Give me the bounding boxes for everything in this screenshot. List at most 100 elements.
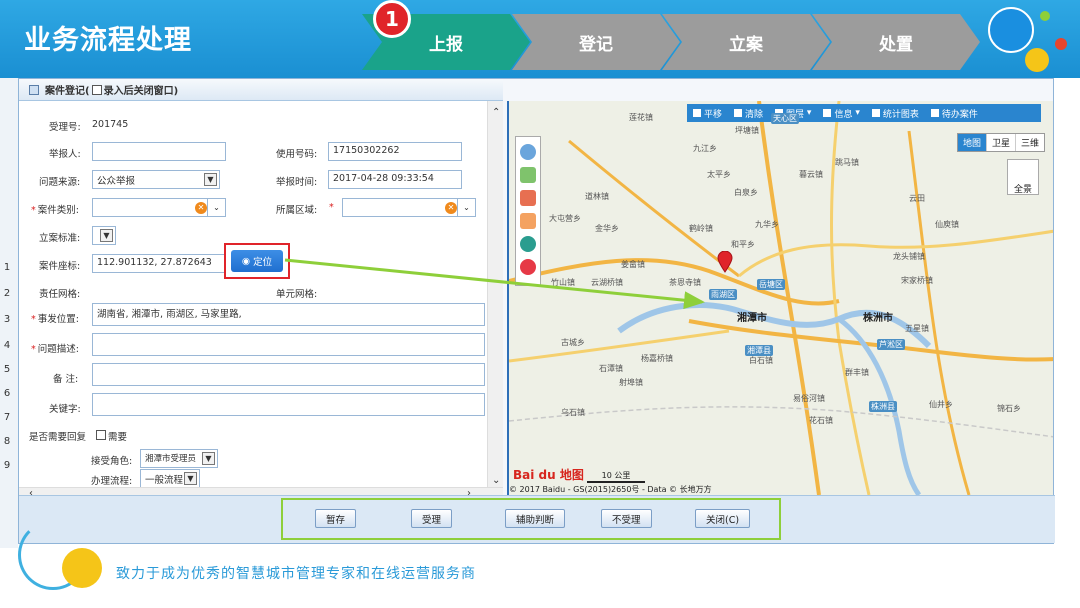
map-place-label: 射埠镇	[619, 378, 643, 387]
scroll-down-icon[interactable]: ⌄	[492, 475, 500, 486]
eraser-icon	[734, 109, 743, 117]
map-place-label: 鹤岭镇	[689, 224, 713, 233]
pie-chart-icon	[871, 109, 880, 117]
reject-button[interactable]: 不受理	[601, 509, 652, 528]
clear-icon[interactable]: ✕	[445, 202, 457, 214]
background-row-number: 8	[3, 436, 11, 447]
reply-checkbox[interactable]	[96, 430, 106, 440]
map-place-label: 大屯营乡	[549, 214, 581, 223]
map-place-label: 金华乡	[595, 224, 619, 233]
chart-layer-icon[interactable]	[520, 167, 536, 183]
phone-input[interactable]: 17150302262	[328, 142, 462, 161]
keyword-input[interactable]	[92, 393, 485, 416]
map-place-label: 云湖桥镇	[591, 278, 623, 287]
map-place-label: 易俗河镇	[793, 394, 825, 403]
pan-tool[interactable]: 平移	[687, 107, 728, 120]
clear-tool[interactable]: 清除	[728, 107, 769, 120]
map-district-label: 芦淞区	[877, 339, 905, 350]
map-place-label: 竹山镇	[551, 278, 575, 287]
locate-button[interactable]: ◉ 定位	[231, 250, 283, 272]
grid-icon	[823, 109, 832, 117]
map-city-label: 株洲市	[863, 313, 893, 324]
close-after-entry-checkbox[interactable]	[91, 84, 102, 95]
map-place-label: 太平乡	[707, 170, 731, 179]
background-row-number: 2	[3, 288, 11, 299]
stats-chart-tool[interactable]: 统计图表	[866, 107, 925, 120]
window-icon	[29, 84, 39, 95]
map-place-label: 仙庾镇	[935, 220, 959, 229]
step-number-badge: 1	[373, 0, 411, 38]
location-input[interactable]: 湖南省, 湘潭市, 雨湖区, 马家里路,	[92, 303, 485, 326]
step-file-case-label: 立案	[729, 34, 763, 55]
clear-icon[interactable]: ✕	[195, 202, 207, 214]
decorative-circle	[62, 548, 102, 588]
role-label: 接受角色:	[91, 456, 133, 467]
decorative-bubbles	[988, 7, 1067, 72]
flow-select-value: 一般流程	[145, 475, 184, 486]
map-district-label: 株洲县	[869, 401, 897, 412]
map-marker-icon[interactable]	[717, 251, 733, 273]
scroll-up-icon[interactable]: ⌃	[492, 107, 500, 118]
category-combobox[interactable]: ✕ ⌄	[92, 198, 226, 217]
report-time-input[interactable]: 2017-04-28 09:33:54	[328, 170, 462, 189]
map-place-label: 花石镇	[809, 416, 833, 425]
chevron-down-icon[interactable]: ⌄	[457, 199, 475, 216]
accept-button[interactable]: 受理	[411, 509, 453, 528]
grid-layer-icon[interactable]	[520, 190, 536, 206]
save-draft-button[interactable]: 暂存	[315, 509, 357, 528]
reporter-label: 举报人:	[49, 149, 81, 160]
close-button[interactable]: 关闭(C)	[695, 509, 751, 528]
dialog-action-bar: 暂存 受理 辅助判断 不受理 关闭(C)	[19, 495, 1055, 543]
map-place-label: 锦石乡	[997, 404, 1021, 413]
reporter-input[interactable]	[92, 142, 226, 161]
map-type-3d[interactable]: 三维	[1016, 134, 1044, 151]
map-panel[interactable]: 平移 清除 图层 ▾ 信息 ▾ 统计图表 待办案件 地图 卫星 三维 全景 莲花…	[507, 101, 1053, 495]
flow-select[interactable]: 一般流程 ▼	[140, 469, 200, 488]
info-tool[interactable]: 信息 ▾	[817, 107, 865, 120]
dialog-title: 案件登记(	[45, 86, 90, 97]
role-select[interactable]: 湘潭市受理员 ▼	[140, 449, 218, 468]
map-place-label: 暮云镇	[799, 170, 823, 179]
case-form: 受理号: 201745 举报人: 使用号码: 17150302262 问题来源:…	[19, 101, 503, 493]
report-time-label: 举报时间:	[276, 177, 318, 188]
clear-tool-label: 清除	[745, 109, 764, 120]
remark-input[interactable]	[92, 363, 485, 386]
location-label: * 事发位置:	[31, 314, 79, 325]
accept-no-label: 受理号:	[49, 122, 81, 133]
region-combobox[interactable]: ✕ ⌄	[342, 198, 476, 217]
map-toolbar: 平移 清除 图层 ▾ 信息 ▾ 统计图表 待办案件	[687, 104, 1041, 122]
map-type-satellite[interactable]: 卫星	[987, 134, 1016, 151]
circles-layer-icon[interactable]	[520, 236, 536, 252]
step-dispose: 处置	[812, 14, 980, 70]
source-label: 问题来源:	[39, 177, 81, 188]
background-row-number: 1	[3, 262, 11, 273]
blocks-layer-icon[interactable]	[520, 213, 536, 229]
fullview-button[interactable]: 全景	[1007, 159, 1039, 195]
form-vertical-scrollbar[interactable]: ⌃ ⌄	[487, 101, 503, 493]
map-place-label: 宋家桥镇	[901, 276, 933, 285]
globe-layer-icon[interactable]	[520, 144, 536, 160]
reply-label: 是否需要回复	[29, 432, 87, 443]
chevron-down-icon[interactable]: ⌄	[207, 199, 225, 216]
map-place-label: 和平乡	[731, 240, 755, 249]
locate-button-label: 定位	[253, 257, 273, 268]
spheres-layer-icon[interactable]	[520, 259, 536, 275]
category-label-text: 案件类别:	[37, 205, 79, 216]
map-type-map[interactable]: 地图	[957, 134, 987, 151]
map-place-label: 龙头铺镇	[893, 252, 925, 261]
step-file-case: 立案	[662, 14, 830, 70]
source-select[interactable]: 公众举报 ▼	[92, 170, 220, 189]
map-roads	[509, 101, 1053, 495]
map-place-label: 仙井乡	[929, 400, 953, 409]
coordinate-input[interactable]: 112.901132, 27.872643	[92, 254, 226, 273]
assist-judge-button[interactable]: 辅助判断	[505, 509, 566, 528]
map-place-label: 九华乡	[755, 220, 779, 229]
pending-cases-tool[interactable]: 待办案件	[925, 107, 984, 120]
description-input[interactable]	[92, 333, 485, 356]
map-layer-panel	[515, 136, 541, 286]
standard-select[interactable]: ▼	[92, 226, 116, 245]
chevron-down-icon: ▼	[202, 452, 215, 465]
map-place-label: 云田	[909, 194, 925, 203]
baidu-logo: Bai du 地图	[513, 468, 584, 482]
map-place-label: 白泉乡	[734, 188, 758, 197]
